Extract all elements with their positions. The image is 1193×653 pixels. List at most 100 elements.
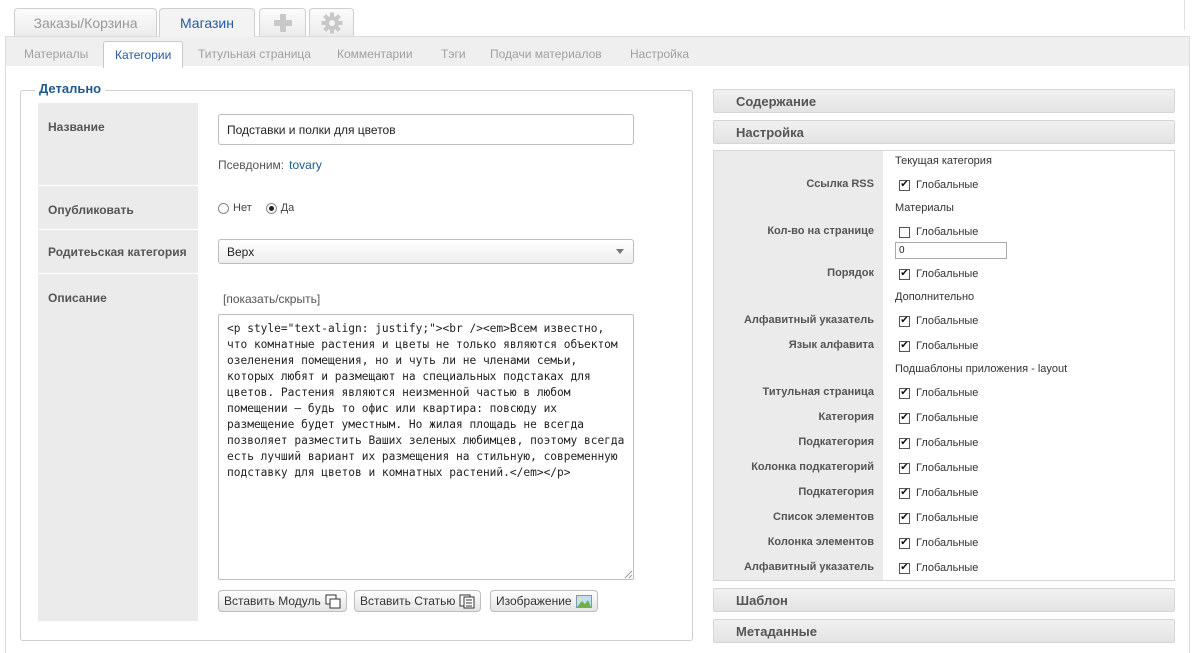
alpha-index-label: Алфавитный указатель xyxy=(743,314,874,326)
sub-tab-bar: Материалы Категории Титульная страница К… xyxy=(5,36,1190,68)
global-label: Глобальные xyxy=(916,537,979,549)
details-label-column xyxy=(38,103,198,621)
description-label: Описание xyxy=(48,291,107,305)
per-page-input[interactable] xyxy=(895,242,1007,259)
insert-image-button[interactable]: Изображение xyxy=(490,590,598,612)
subtemplate-label: Подкатегория xyxy=(798,486,874,498)
dropdown-arrow-icon xyxy=(616,249,624,254)
subtemplate-label: Титульная страница xyxy=(762,386,874,398)
row-separator xyxy=(38,229,198,230)
top-divider xyxy=(1184,0,1185,30)
rss-link-label: Ссылка RSS xyxy=(806,178,874,190)
per-page-global-checkbox[interactable]: Глобальные xyxy=(899,226,978,238)
subtemplate-global-checkbox[interactable]: ✔ Глобальные xyxy=(899,437,978,449)
order-global-checkbox[interactable]: ✔ Глобальные xyxy=(899,268,978,280)
toggle-editor-link[interactable]: [показать/скрыть] xyxy=(223,292,320,306)
checkbox-box: ✔ xyxy=(899,462,910,474)
publish-yes-label: Да xyxy=(280,202,295,214)
subtab-tags[interactable]: Тэги xyxy=(430,41,477,67)
insert-article-button[interactable]: Вставить Статью xyxy=(354,590,482,612)
checkbox-box: ✔ xyxy=(899,537,910,549)
name-label: Название xyxy=(48,120,105,134)
subtab-submissions[interactable]: Подачи материалов xyxy=(479,41,613,67)
subtemplate-global-checkbox[interactable]: ✔ Глобальные xyxy=(899,562,978,574)
subtemplate-label: Категория xyxy=(818,411,874,423)
checkbox-box: ✔ xyxy=(899,437,910,449)
subtemplate-label: Подкатегория xyxy=(798,436,874,448)
top-tab-bar: Заказы/Корзина Магазин xyxy=(0,0,1193,37)
section-materials: Материалы xyxy=(895,202,954,214)
settings-tab-button[interactable] xyxy=(309,8,354,36)
global-label: Глобальные xyxy=(916,315,979,327)
checkbox-box: ✔ xyxy=(899,340,910,352)
global-label: Глобальные xyxy=(916,437,979,449)
section-extra: Дополнительно xyxy=(895,291,975,303)
checkbox-box: ✔ xyxy=(899,512,910,524)
subtemplate-global-checkbox[interactable]: ✔ Глобальные xyxy=(899,462,978,474)
metadata-panel-header[interactable]: Метаданные xyxy=(713,619,1175,643)
alias-value[interactable]: tovary xyxy=(289,158,322,172)
details-legend: Детально xyxy=(35,81,106,96)
publish-label: Опубликовать xyxy=(48,203,134,217)
subtab-categories[interactable]: Категории xyxy=(103,41,184,68)
publish-yes-radio[interactable] xyxy=(265,202,277,214)
alpha-index-global-checkbox[interactable]: ✔ Глобальные xyxy=(899,315,978,327)
global-label: Глобальные xyxy=(916,512,979,524)
alias-label: Псевдоним: xyxy=(218,158,285,172)
insert-article-label: Вставить Статью xyxy=(360,594,456,608)
publish-no-label: Нет xyxy=(233,202,252,214)
tab-orders-cart[interactable]: Заказы/Корзина xyxy=(14,8,157,36)
template-panel-header[interactable]: Шаблон xyxy=(713,588,1175,612)
subtab-frontpage[interactable]: Титульная страница xyxy=(187,41,322,67)
subtemplate-label: Колонка подкатегорий xyxy=(751,461,874,473)
tab-shop[interactable]: Магазин xyxy=(159,8,255,37)
image-icon xyxy=(575,594,592,608)
subtab-comments[interactable]: Комментарии xyxy=(326,41,424,67)
checkbox-box: ✔ xyxy=(899,315,910,327)
gear-icon xyxy=(321,12,342,33)
section-subtemplates: Подшаблоны приложения - layout xyxy=(895,363,1068,375)
per-page-label: Кол-во на странице xyxy=(767,225,874,237)
subtemplate-global-checkbox[interactable]: ✔ Глобальные xyxy=(899,537,978,549)
row-separator xyxy=(38,185,198,186)
checkbox-box: ✔ xyxy=(899,179,910,191)
checkbox-box xyxy=(899,226,910,238)
checkbox-box: ✔ xyxy=(899,268,910,280)
content-panel-header[interactable]: Содержание xyxy=(713,89,1175,113)
checkbox-box: ✔ xyxy=(899,487,910,499)
global-label: Глобальные xyxy=(916,268,979,280)
checkbox-box: ✔ xyxy=(899,387,910,399)
row-separator xyxy=(38,273,198,274)
global-label: Глобальные xyxy=(916,562,979,574)
parent-category-select[interactable]: Верх xyxy=(218,239,634,264)
subtemplate-label: Алфавитный указатель xyxy=(743,561,874,573)
checkbox-box: ✔ xyxy=(899,412,910,424)
subtemplate-global-checkbox[interactable]: ✔ Глобальные xyxy=(899,412,978,424)
subtab-materials[interactable]: Материалы xyxy=(13,41,99,67)
alpha-lang-global-checkbox[interactable]: ✔ Глобальные xyxy=(899,340,978,352)
insert-module-button[interactable]: Вставить Модуль xyxy=(218,590,347,612)
alias-row: Псевдоним: tovary xyxy=(218,158,322,172)
plus-icon xyxy=(273,13,292,32)
subtab-config[interactable]: Настройка xyxy=(619,41,700,67)
add-tab-button[interactable] xyxy=(259,8,306,36)
parent-category-label: Родитеьская категория xyxy=(48,245,187,259)
publish-no-radio[interactable] xyxy=(218,202,229,214)
settings-panel-header[interactable]: Настройка xyxy=(713,120,1175,144)
rss-global-checkbox[interactable]: ✔ Глобальные xyxy=(899,179,978,191)
subtemplate-label: Список элементов xyxy=(773,511,874,523)
parent-category-value: Верх xyxy=(227,245,255,259)
insert-image-label: Изображение xyxy=(496,594,572,608)
alpha-lang-label: Язык алфавита xyxy=(788,339,874,351)
resize-grip-icon[interactable] xyxy=(624,570,633,579)
global-label: Глобальные xyxy=(916,179,979,191)
subtemplate-global-checkbox[interactable]: ✔ Глобальные xyxy=(899,487,978,499)
subtemplate-label: Колонка элементов xyxy=(767,536,874,548)
article-icon xyxy=(459,594,475,609)
order-label: Порядок xyxy=(827,267,874,279)
description-textarea[interactable]: <p style="text-align: justify;"><br /><e… xyxy=(218,314,634,580)
subtemplate-global-checkbox[interactable]: ✔ Глобальные xyxy=(899,387,978,399)
name-input[interactable] xyxy=(218,114,634,145)
subtemplate-global-checkbox[interactable]: ✔ Глобальные xyxy=(899,512,978,524)
checkbox-box: ✔ xyxy=(899,562,910,574)
